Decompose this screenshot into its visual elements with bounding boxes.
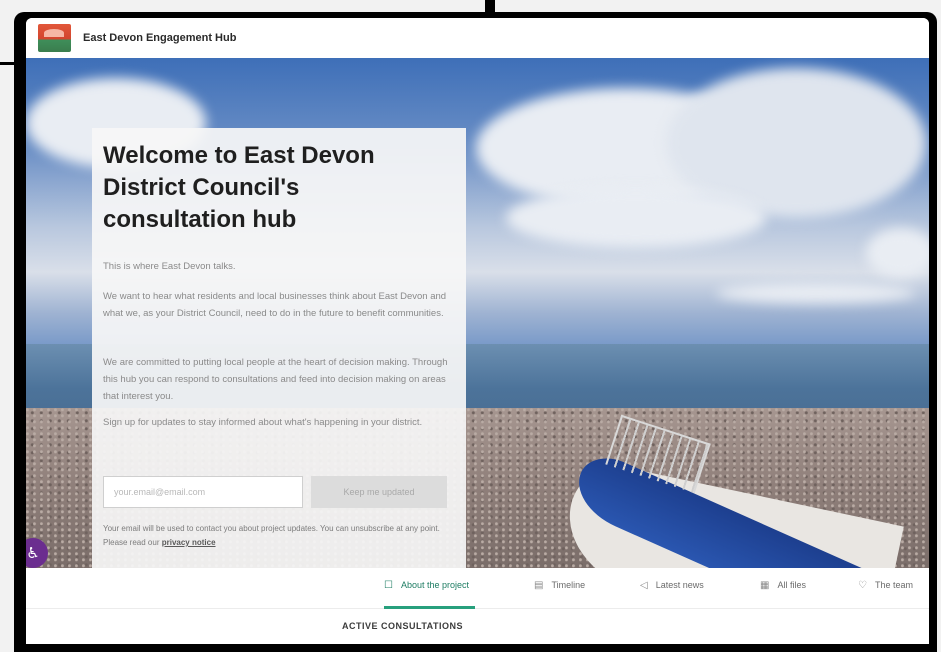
email-note-text: Your email will be used to contact you a… <box>103 524 440 547</box>
welcome-paragraph-1: We want to hear what residents and local… <box>103 291 447 319</box>
welcome-heading: Welcome to East Devon District Council's… <box>103 142 375 233</box>
browser-screen: East Devon Engagement Hub Welcome to Eas… <box>26 18 929 644</box>
site-title[interactable]: East Devon Engagement Hub <box>83 32 236 44</box>
document-icon: ☐ <box>384 580 393 591</box>
tab-label: All files <box>777 580 806 590</box>
tab-about-the-project[interactable]: ☐ About the project <box>384 580 476 609</box>
privacy-notice-link[interactable]: privacy notice <box>162 538 216 547</box>
welcome-card: Welcome to East Devon District Council's… <box>92 128 466 568</box>
council-logo[interactable] <box>38 24 71 52</box>
hero-cloud <box>716 283 916 303</box>
tab-label: About the project <box>400 580 470 590</box>
welcome-paragraph-2: We are committed to putting local people… <box>103 357 448 402</box>
subscribe-button[interactable]: Keep me updated <box>311 476 447 508</box>
tab-all-files[interactable]: ▦ All files <box>760 580 806 606</box>
tab-latest-news[interactable]: ◁ Latest news <box>640 580 704 606</box>
welcome-intro: This is where East Devon talks. <box>103 261 236 272</box>
welcome-paragraph-3: Sign up for updates to stay informed abo… <box>103 417 423 428</box>
tab-label: Latest news <box>655 580 704 590</box>
hero-cloud <box>866 228 929 278</box>
tab-label: The team <box>874 580 913 590</box>
email-note: Your email will be used to contact you a… <box>103 522 455 550</box>
person-icon: ♡ <box>858 580 867 591</box>
site-header: East Devon Engagement Hub <box>26 18 929 58</box>
files-icon: ▦ <box>760 580 770 591</box>
tab-the-team[interactable]: ♡ The team <box>858 580 913 606</box>
frame-cable <box>0 62 26 77</box>
hero-banner: Welcome to East Devon District Council's… <box>26 58 929 568</box>
megaphone-icon: ◁ <box>640 580 648 591</box>
tab-timeline[interactable]: ▤ Timeline <box>534 580 585 606</box>
hero-cloud <box>506 188 766 248</box>
frame-notch <box>485 0 495 14</box>
active-consultations-heading: ACTIVE CONSULTATIONS <box>342 621 463 631</box>
calendar-icon: ▤ <box>534 580 544 591</box>
tab-label: Timeline <box>551 580 586 590</box>
project-tabs: ☐ About the project ▤ Timeline ◁ Latest … <box>26 568 929 609</box>
email-input[interactable] <box>103 476 303 508</box>
